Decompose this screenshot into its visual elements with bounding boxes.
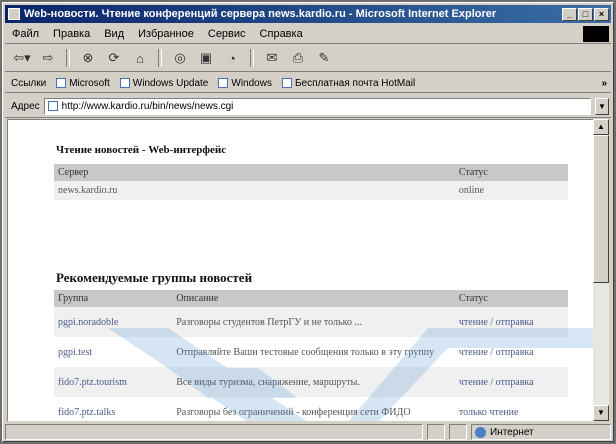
table-row: fido7.ptz.talks Разговоры без ограничени… bbox=[54, 397, 568, 421]
link-windows[interactable]: Windows bbox=[218, 78, 272, 89]
menu-help[interactable]: Справка bbox=[253, 28, 310, 40]
table-row: news.kardio.ru online bbox=[54, 181, 568, 200]
scroll-down-icon[interactable]: ▼ bbox=[593, 405, 609, 421]
toolbar-separator bbox=[158, 49, 162, 67]
address-bar: Адрес http://www.kardio.ru/bin/news/news… bbox=[5, 95, 611, 118]
mail-icon[interactable]: ✉ bbox=[261, 48, 283, 68]
page-content: Чтение новостей - Web-интерфейс Сервер С… bbox=[7, 119, 593, 421]
stop-icon[interactable]: ⊗ bbox=[77, 48, 99, 68]
group-status-link[interactable]: чтение / отправка bbox=[459, 317, 534, 328]
menu-edit[interactable]: Правка bbox=[46, 28, 97, 40]
toolbar-separator bbox=[66, 49, 70, 67]
server-status: online bbox=[454, 181, 568, 200]
link-windows-update[interactable]: Windows Update bbox=[119, 78, 208, 89]
refresh-icon[interactable]: ⟳ bbox=[103, 48, 125, 68]
status-text bbox=[5, 424, 423, 440]
status-security bbox=[449, 424, 467, 440]
group-link[interactable]: fido7.ptz.talks bbox=[58, 407, 115, 418]
group-description: Все виды туризма, снаряжение, маршруты. bbox=[172, 367, 455, 397]
print-icon[interactable]: ⎙ bbox=[287, 48, 309, 68]
group-description: Разговоры без ограничений - конференция … bbox=[176, 406, 411, 418]
address-url: http://www.kardio.ru/bin/news/news.cgi bbox=[61, 100, 234, 112]
col-description: Описание bbox=[172, 290, 455, 307]
search-icon[interactable]: ◎ bbox=[169, 48, 191, 68]
links-bar: Ссылки Microsoft Windows Update Windows … bbox=[5, 74, 611, 93]
address-label: Адрес bbox=[11, 100, 40, 112]
ie-icon bbox=[8, 8, 20, 20]
menu-bar: Файл Правка Вид Избранное Сервис Справка bbox=[5, 25, 611, 44]
group-link[interactable]: pgpi.noradoble bbox=[58, 317, 118, 328]
group-link[interactable]: fido7.ptz.tourism bbox=[58, 377, 127, 388]
address-input[interactable]: http://www.kardio.ru/bin/news/news.cgi bbox=[43, 97, 591, 115]
home-icon[interactable]: ⌂ bbox=[129, 48, 151, 68]
address-dropdown-icon[interactable]: ▼ bbox=[595, 97, 609, 115]
col-group-status: Статус bbox=[454, 290, 568, 307]
window-title: Web-новости. Чтение конференций сервера … bbox=[24, 8, 497, 20]
forward-icon[interactable]: ⇨ bbox=[37, 48, 59, 68]
toolbar: ⇦▾ ⇨ ⊗ ⟳ ⌂ ◎ ▣ ◔ ✉ ⎙ ✎ bbox=[5, 45, 611, 72]
maximize-button[interactable]: □ bbox=[578, 7, 593, 21]
group-description: Разговоры студентов ПетрГУ и не только .… bbox=[172, 307, 455, 337]
status-zone: Интернет bbox=[471, 424, 611, 440]
browser-window: Web-новости. Чтение конференций сервера … bbox=[2, 2, 614, 442]
server-name: news.kardio.ru bbox=[54, 181, 455, 200]
page-icon bbox=[47, 101, 58, 111]
close-button[interactable]: × bbox=[594, 7, 609, 21]
menu-file[interactable]: Файл bbox=[5, 28, 46, 40]
group-link[interactable]: pgpi.test bbox=[58, 347, 92, 358]
menu-tools[interactable]: Сервис bbox=[201, 28, 253, 40]
vertical-scrollbar[interactable]: ▲ ▼ bbox=[593, 119, 609, 421]
table-row: pgpi.noradoble Разговоры студентов ПетрГ… bbox=[54, 307, 568, 337]
links-overflow-icon[interactable]: » bbox=[601, 78, 607, 89]
status-progress bbox=[427, 424, 445, 440]
group-status-link[interactable]: только чтение bbox=[459, 407, 519, 418]
links-label: Ссылки bbox=[11, 77, 47, 89]
col-status: Статус bbox=[454, 164, 568, 181]
menu-view[interactable]: Вид bbox=[97, 28, 131, 40]
servers-table: Сервер Статус news.kardio.ru online bbox=[54, 164, 568, 200]
group-description: Отправляйте Ваши тестовые сообщения толь… bbox=[176, 346, 435, 358]
back-icon[interactable]: ⇦▾ bbox=[11, 48, 33, 68]
page-icon bbox=[218, 78, 229, 88]
link-microsoft[interactable]: Microsoft bbox=[56, 78, 110, 89]
group-status-link[interactable]: чтение / отправка bbox=[459, 347, 534, 358]
title-bar[interactable]: Web-новости. Чтение конференций сервера … bbox=[5, 5, 611, 23]
link-hotmail[interactable]: Бесплатная почта HotMail bbox=[281, 78, 415, 89]
groups-table: Группа Описание Статус pgpi.noradoble Ра… bbox=[54, 290, 568, 421]
col-server: Сервер bbox=[54, 164, 455, 181]
scroll-thumb[interactable] bbox=[593, 135, 609, 283]
group-status-link[interactable]: чтение / отправка bbox=[459, 377, 534, 388]
toolbar-separator bbox=[250, 49, 254, 67]
minimize-button[interactable]: _ bbox=[562, 7, 577, 21]
history-icon[interactable]: ◔ bbox=[221, 48, 243, 68]
windows-logo-icon bbox=[583, 26, 609, 42]
page-icon bbox=[56, 78, 67, 88]
menu-favorites[interactable]: Избранное bbox=[131, 28, 201, 40]
section-title-groups: Рекомендуемые группы новостей bbox=[56, 270, 253, 285]
globe-icon bbox=[475, 426, 486, 438]
section-title-news: Чтение новостей - Web-интерфейс bbox=[56, 144, 227, 156]
page-icon bbox=[119, 78, 130, 88]
table-row: fido7.ptz.tourism Все виды туризма, снар… bbox=[54, 367, 568, 397]
page-icon bbox=[281, 78, 292, 88]
col-group: Группа bbox=[54, 290, 173, 307]
table-row: pgpi.test Отправляйте Ваши тестовые сооб… bbox=[54, 337, 568, 367]
scroll-up-icon[interactable]: ▲ bbox=[593, 119, 609, 135]
edit-icon[interactable]: ✎ bbox=[313, 48, 335, 68]
zone-label: Интернет bbox=[490, 426, 534, 438]
status-bar: Интернет bbox=[5, 423, 611, 441]
favorites-icon[interactable]: ▣ bbox=[195, 48, 217, 68]
